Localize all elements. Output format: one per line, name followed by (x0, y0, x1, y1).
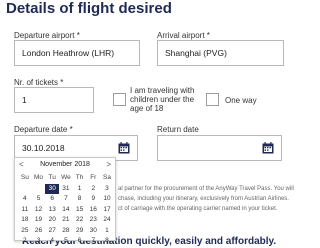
calendar-day[interactable]: 7 (86, 236, 100, 247)
calendar-day[interactable]: 3 (32, 236, 46, 247)
calendar-day[interactable]: 21 (59, 215, 73, 226)
calendar-day[interactable]: 4 (18, 194, 32, 205)
return-date-field[interactable] (157, 135, 282, 161)
date-picker-popup[interactable]: < November 2018 > Su Mo Tu We Th Fr Sa 3… (14, 157, 116, 244)
calendar-day[interactable]: 1 (100, 226, 114, 237)
calendar-day[interactable]: 4 (45, 236, 59, 247)
oneway-checkbox[interactable] (206, 93, 219, 106)
calendar-day[interactable]: 7 (59, 194, 73, 205)
tickets-label: Nr. of tickets * (14, 78, 64, 87)
weekday-label: We (61, 174, 71, 181)
departure-airport-field[interactable]: London Heathrow (LHR) (14, 40, 140, 66)
calendar-day[interactable]: 9 (86, 194, 100, 205)
calendar-day[interactable]: 5 (59, 236, 73, 247)
calendar-day[interactable]: 20 (45, 215, 59, 226)
calendar-grid: Su Mo Tu We Th Fr Sa 30 31 1 2 3 4 5 6 7 8 9 10 11 12… (18, 173, 114, 247)
tickets-value: 1 (22, 95, 27, 105)
calendar-day[interactable]: 14 (59, 205, 73, 216)
calendar-day[interactable]: 18 (18, 215, 32, 226)
calendar-week-row: 4 5 6 7 8 9 10 (18, 194, 114, 205)
calendar-day[interactable]: 8 (73, 194, 87, 205)
departure-airport-value: London Heathrow (LHR) (22, 48, 115, 58)
calendar-week-row: 25 26 27 28 29 30 1 (18, 226, 114, 237)
calendar-day[interactable]: 2 (86, 184, 100, 195)
arrival-airport-field[interactable]: Shanghai (PVG) (157, 40, 284, 66)
calendar-day[interactable]: 22 (73, 215, 87, 226)
arrival-airport-value: Shanghai (PVG) (165, 48, 227, 58)
weekday-label: Fr (90, 174, 97, 181)
calendar-day[interactable]: 1 (73, 184, 87, 195)
calendar-day[interactable]: 15 (73, 205, 87, 216)
calendar-day[interactable]: 31 (59, 184, 73, 195)
calendar-day[interactable]: 27 (45, 226, 59, 237)
calendar-day[interactable]: 2 (18, 236, 32, 247)
calendar-day[interactable]: 5 (32, 194, 46, 205)
weekday-label: Sa (102, 174, 111, 181)
calendar-day[interactable]: 30 (86, 226, 100, 237)
calendar-day[interactable]: 3 (100, 184, 114, 195)
calendar-day[interactable]: 16 (86, 205, 100, 216)
children-checkbox[interactable] (113, 93, 126, 106)
return-date-label: Return date (157, 125, 199, 134)
flight-form-page: Details of flight desired Departure airp… (0, 0, 300, 248)
calendar-icon[interactable] (262, 142, 274, 154)
calendar-day[interactable]: 12 (32, 205, 46, 216)
calendar-week-row: 18 19 20 21 22 23 24 (18, 215, 114, 226)
calendar-day[interactable]: 17 (100, 205, 114, 216)
calendar-weeks: 30 31 1 2 3 4 5 6 7 8 9 10 11 12 13 14 15 16 17 18 19 20 21 22 2… (18, 183, 114, 247)
weekday-label: Mo (34, 174, 44, 181)
arrival-airport-label: Arrival airport * (157, 31, 210, 40)
weekday-label: Th (75, 174, 84, 181)
departure-date-label: Departure date * (14, 125, 73, 134)
calendar-icon[interactable] (118, 142, 130, 154)
calendar-day[interactable]: 11 (18, 205, 32, 216)
page-title: Details of flight desired (6, 0, 172, 17)
children-checkbox-label: I am traveling with children under the a… (130, 86, 195, 113)
tickets-field[interactable]: 1 (14, 87, 94, 113)
next-month-button[interactable]: > (106, 160, 111, 169)
calendar-day[interactable]: 6 (45, 194, 59, 205)
calendar-month-title: November 2018 (40, 161, 90, 168)
info-text-line-3: ct of carriage with the operating carrie… (118, 206, 278, 212)
calendar-day[interactable]: 26 (32, 226, 46, 237)
calendar-day[interactable]: 8 (100, 236, 114, 247)
calendar-week-row: 2345678 (18, 236, 114, 247)
calendar-day (32, 184, 46, 195)
calendar-day[interactable]: 6 (73, 236, 87, 247)
oneway-checkbox-label: One way (225, 96, 257, 105)
calendar-day[interactable]: 10 (100, 194, 114, 205)
calendar-day[interactable]: 13 (45, 205, 59, 216)
calendar-day[interactable]: 25 (18, 226, 32, 237)
calendar-day-selected[interactable]: 30 (45, 183, 60, 194)
calendar-day[interactable]: 29 (73, 226, 87, 237)
info-text-line-2: chase, including your itinerary, exclusi… (118, 196, 289, 202)
calendar-day[interactable]: 23 (86, 215, 100, 226)
calendar-day (18, 184, 32, 195)
departure-date-value: 30.10.2018 (22, 143, 65, 153)
calendar-week-row: 30 31 1 2 3 (18, 183, 114, 195)
departure-airport-label: Departure airport * (14, 31, 80, 40)
weekday-label: Tu (48, 174, 56, 181)
calendar-day[interactable]: 24 (100, 215, 114, 226)
weekday-header-row: Su Mo Tu We Th Fr Sa (18, 173, 114, 184)
calendar-day[interactable]: 28 (59, 226, 73, 237)
weekday-label: Su (20, 174, 29, 181)
calendar-day[interactable]: 19 (32, 215, 46, 226)
info-text-line-1: al partner for the procurement of the An… (118, 186, 294, 192)
calendar-week-row: 11 12 13 14 15 16 17 (18, 205, 114, 216)
